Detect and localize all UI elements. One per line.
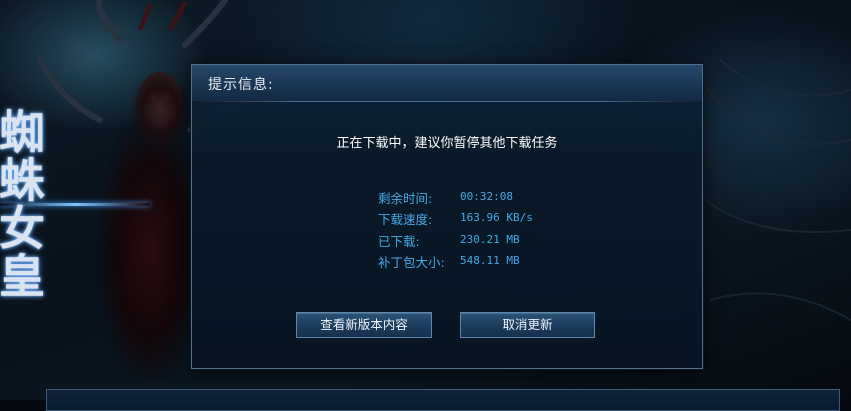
cancel-update-button[interactable]: 取消更新 — [460, 312, 595, 338]
view-new-version-button[interactable]: 查看新版本内容 — [296, 312, 432, 338]
stat-value: 230.21 MB — [460, 233, 520, 246]
bottom-panel — [46, 389, 840, 411]
dialog-title: 提示信息: — [208, 77, 274, 93]
stat-value: 00:32:08 — [460, 190, 513, 203]
stat-label: 补丁包大小: — [378, 255, 445, 270]
stat-label: 剩余时间: — [378, 191, 433, 206]
header-divider — [198, 101, 696, 102]
title-artwork: 蜘蛛女皇 — [0, 108, 46, 300]
download-message: 正在下载中，建议你暂停其他下载任务 — [336, 136, 558, 151]
stat-value: 163.96 KB/s — [460, 211, 533, 224]
dialog-header: 提示信息: — [192, 65, 702, 101]
stat-label: 已下载: — [378, 234, 420, 249]
update-dialog: 提示信息: 正在下载中，建议你暂停其他下载任务 剩余时间: 00:32:08 下… — [191, 64, 703, 369]
stat-value: 548.11 MB — [460, 254, 520, 267]
stat-label: 下载速度: — [378, 212, 433, 227]
